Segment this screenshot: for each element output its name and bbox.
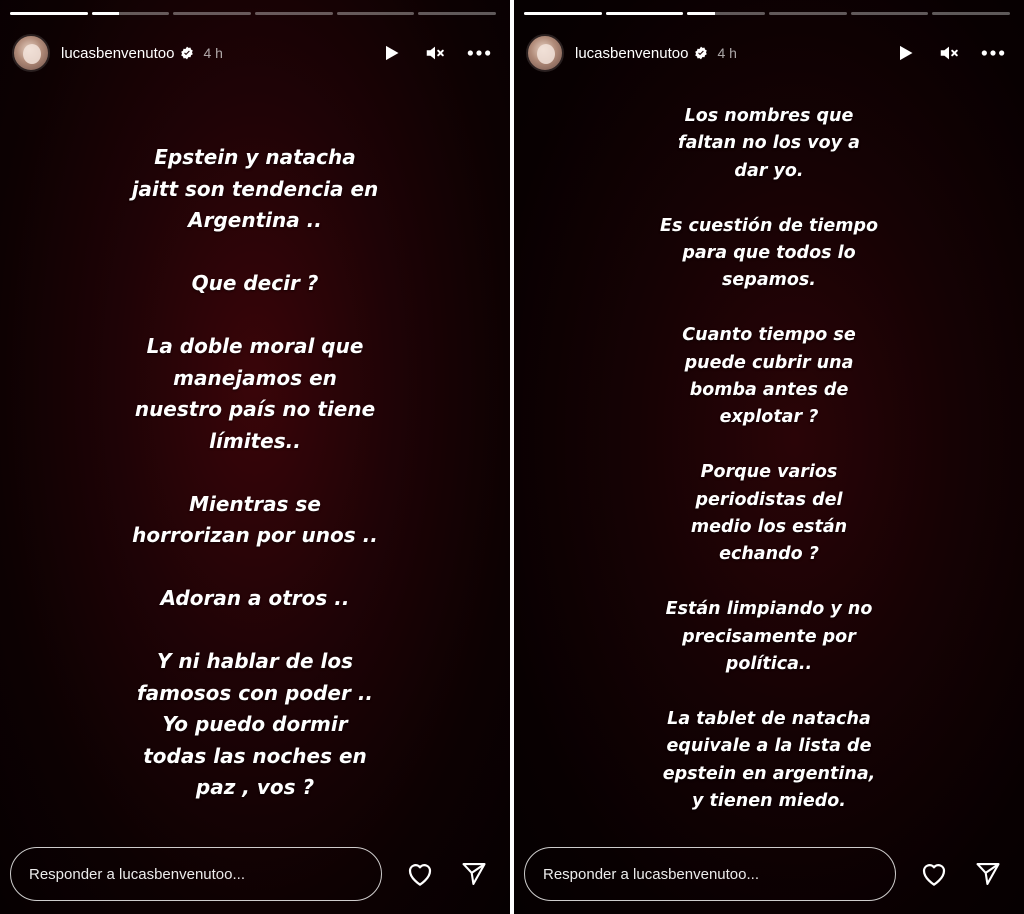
send-icon[interactable] — [972, 858, 1004, 890]
progress-segment — [173, 12, 252, 15]
story-paragraph: Que decir ? — [191, 271, 319, 295]
story-paragraph: Los nombres que faltan no los voy a dar … — [678, 106, 860, 181]
mute-icon[interactable] — [936, 40, 962, 66]
username-link[interactable]: lucasbenvenutoo — [61, 45, 174, 62]
username-link[interactable]: lucasbenvenutoo — [575, 45, 688, 62]
send-icon[interactable] — [458, 858, 490, 890]
progress-segment — [10, 12, 88, 15]
story-paragraph: Cuanto tiempo se puede cubrir una bomba … — [682, 325, 856, 428]
story-progress-bar — [10, 12, 497, 15]
more-icon[interactable] — [466, 40, 492, 66]
story-header: lucasbenvenutoo 4 h — [526, 33, 1006, 73]
story-paragraph: La tablet de natacha equivale a la lista… — [662, 708, 876, 812]
more-icon[interactable] — [980, 40, 1006, 66]
progress-segment — [418, 12, 497, 15]
story-paragraph: Y ni hablar de los famosos con poder .. … — [136, 649, 374, 799]
reply-input[interactable] — [10, 847, 382, 901]
play-icon[interactable] — [378, 40, 404, 66]
story-text: Epstein y natacha jaitt son tendencia en… — [0, 142, 510, 835]
story-paragraph: Adoran a otros .. — [160, 586, 350, 610]
story-paragraph: Epstein y natacha jaitt son tendencia en… — [131, 145, 379, 232]
progress-segment — [255, 12, 333, 15]
heart-icon[interactable] — [918, 858, 950, 890]
verified-badge-icon — [180, 46, 194, 60]
story-paragraph: Porque varios periodistas del medio los … — [690, 462, 848, 565]
timestamp: 4 h — [203, 45, 223, 61]
reply-bar — [524, 846, 1004, 902]
story-header: lucasbenvenutoo 4 h — [12, 33, 492, 73]
story-progress-bar — [524, 12, 1011, 15]
timestamp: 4 h — [717, 45, 737, 61]
mute-icon[interactable] — [422, 40, 448, 66]
reply-bar — [10, 846, 490, 902]
heart-icon[interactable] — [404, 858, 436, 890]
story-text: Los nombres que faltan no los voy a dar … — [514, 103, 1024, 843]
story-paragraph: Mientras se horrorizan por unos .. — [132, 491, 378, 548]
progress-segment — [850, 12, 929, 15]
progress-segment — [91, 12, 170, 15]
progress-segment — [687, 12, 766, 15]
story-panel-left[interactable]: lucasbenvenutoo 4 h Epstein y natacha ja… — [0, 0, 510, 914]
verified-badge-icon — [694, 46, 708, 60]
avatar[interactable] — [12, 34, 50, 72]
story-paragraph: Es cuestión de tiempo para que todos lo … — [659, 215, 879, 291]
play-icon[interactable] — [892, 40, 918, 66]
progress-segment — [605, 12, 684, 15]
progress-segment — [524, 12, 602, 15]
reply-input[interactable] — [524, 847, 896, 901]
story-paragraph: La doble moral que manejamos en nuestro … — [134, 334, 376, 453]
story-paragraph: Están limpiando y no precisamente por po… — [665, 599, 873, 675]
progress-segment — [336, 12, 415, 15]
story-panel-right[interactable]: lucasbenvenutoo 4 h Los nombres que falt… — [514, 0, 1024, 914]
avatar[interactable] — [526, 34, 564, 72]
progress-segment — [932, 12, 1011, 15]
progress-segment — [769, 12, 847, 15]
